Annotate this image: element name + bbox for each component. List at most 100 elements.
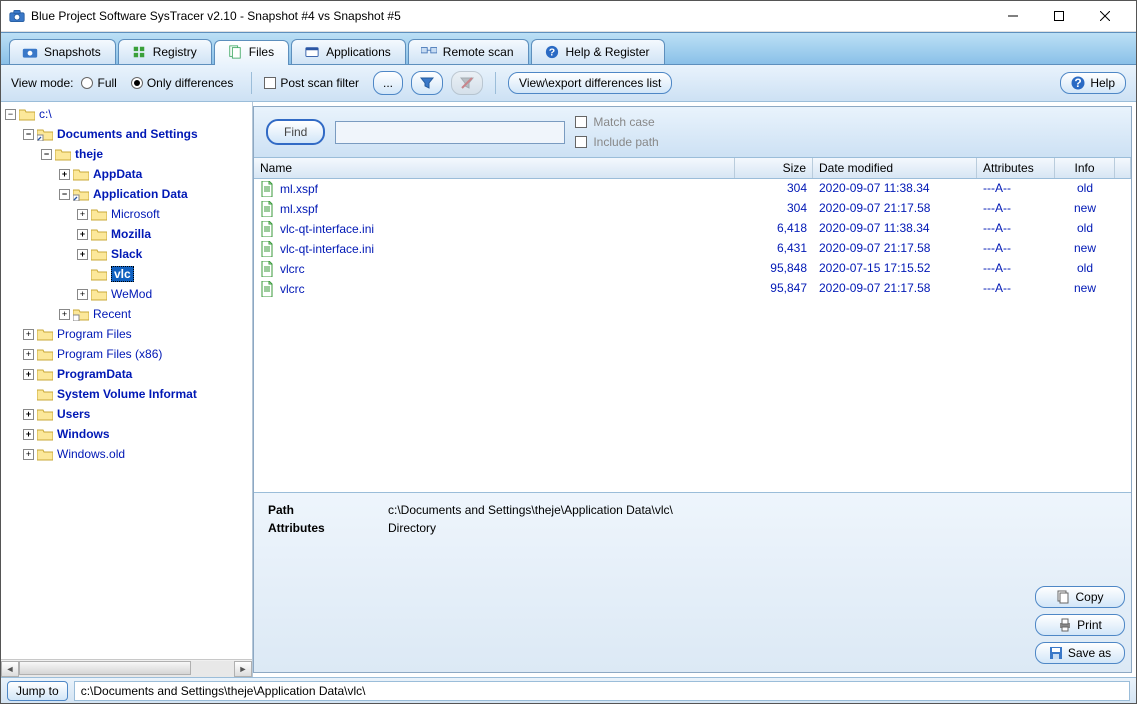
table-row[interactable]: vlc-qt-interface.ini6,4312020-09-07 21:1… <box>254 239 1131 259</box>
tree-toggle[interactable]: − <box>5 109 16 120</box>
files-icon <box>227 45 243 59</box>
registry-icon <box>131 45 147 59</box>
tree-toggle[interactable]: + <box>77 249 88 260</box>
table-row[interactable]: vlc-qt-interface.ini6,4182020-09-07 11:3… <box>254 219 1131 239</box>
tab-help-register[interactable]: ?Help & Register <box>531 39 665 64</box>
file-list-pane: Find Match case Include path Name Size D… <box>253 106 1132 673</box>
file-icon <box>260 281 274 297</box>
find-bar: Find Match case Include path <box>254 107 1131 158</box>
column-size[interactable]: Size <box>735 158 813 178</box>
column-name[interactable]: Name <box>254 158 735 178</box>
radio-full[interactable]: Full <box>81 76 116 90</box>
tab-registry[interactable]: Registry <box>118 39 212 64</box>
tab-label: Applications <box>326 45 391 59</box>
file-name: ml.xspf <box>280 202 318 216</box>
tree-label-selected: vlc <box>111 266 134 282</box>
tree-toggle[interactable]: + <box>23 429 34 440</box>
tree-toggle[interactable]: + <box>59 309 70 320</box>
tree-toggle[interactable]: − <box>23 129 34 140</box>
check-post-scan-filter[interactable]: Post scan filter <box>264 76 359 90</box>
tab-bar: Snapshots Registry Files Applications Re… <box>1 32 1136 65</box>
folder-icon <box>91 208 107 221</box>
folder-tree[interactable]: −c:\ −Documents and Settings −theje +App… <box>1 102 252 659</box>
folder-icon <box>37 428 53 441</box>
tree-toggle[interactable]: − <box>59 189 70 200</box>
folder-icon <box>91 268 107 281</box>
folder-icon <box>37 408 53 421</box>
tree-toggle[interactable]: + <box>23 349 34 360</box>
jump-path-input[interactable] <box>74 681 1130 701</box>
copy-button[interactable]: Copy <box>1035 586 1125 608</box>
file-info: new <box>1055 241 1115 257</box>
file-attributes: ---A-- <box>977 281 1055 297</box>
file-attributes: ---A-- <box>977 261 1055 277</box>
folder-icon <box>73 168 89 181</box>
scroll-right-button[interactable]: ► <box>234 661 252 677</box>
tab-snapshots[interactable]: Snapshots <box>9 39 116 64</box>
column-attributes[interactable]: Attributes <box>977 158 1055 178</box>
close-button[interactable] <box>1082 1 1128 31</box>
file-icon <box>260 241 274 257</box>
find-button[interactable]: Find <box>266 119 325 145</box>
tree-label: Application Data <box>93 187 188 201</box>
find-input[interactable] <box>335 121 565 144</box>
folder-icon <box>91 248 107 261</box>
file-size: 304 <box>735 181 813 197</box>
tab-files[interactable]: Files <box>214 40 289 65</box>
folder-icon <box>37 328 53 341</box>
file-size: 6,418 <box>735 221 813 237</box>
tree-label: Recent <box>93 307 131 321</box>
tree-toggle[interactable]: + <box>59 169 70 180</box>
scroll-thumb[interactable] <box>19 661 191 675</box>
tree-label: Mozilla <box>111 227 151 241</box>
tree-label: Windows <box>57 427 110 441</box>
tree-toggle[interactable]: + <box>77 229 88 240</box>
table-body[interactable]: ml.xspf3042020-09-07 11:38.34---A--oldml… <box>254 179 1131 492</box>
table-row[interactable]: vlcrc95,8482020-07-15 17:15.52---A--old <box>254 259 1131 279</box>
file-date: 2020-09-07 11:38.34 <box>813 221 977 237</box>
detail-attr-label: Attributes <box>268 521 388 535</box>
file-date: 2020-07-15 17:15.52 <box>813 261 977 277</box>
tree-toggle[interactable]: + <box>23 409 34 420</box>
column-info[interactable]: Info <box>1055 158 1115 178</box>
folder-open-icon <box>55 148 71 161</box>
maximize-button[interactable] <box>1036 1 1082 31</box>
table-row[interactable]: vlcrc95,8472020-09-07 21:17.58---A--new <box>254 279 1131 299</box>
funnel-icon-button[interactable] <box>411 71 443 95</box>
view-export-button[interactable]: View\export differences list <box>508 72 672 94</box>
scroll-left-button[interactable]: ◄ <box>1 661 19 677</box>
tree-toggle[interactable]: + <box>23 369 34 380</box>
include-path-checkbox[interactable]: Include path <box>575 135 658 149</box>
file-info: new <box>1055 281 1115 297</box>
tree-label: Documents and Settings <box>57 127 198 141</box>
radio-only-differences[interactable]: Only differences <box>131 76 234 90</box>
tree-toggle[interactable]: − <box>41 149 52 160</box>
camera-icon <box>22 45 38 59</box>
file-icon <box>260 261 274 277</box>
tab-remote-scan[interactable]: Remote scan <box>408 39 529 64</box>
detail-path-value: c:\Documents and Settings\theje\Applicat… <box>388 503 673 517</box>
tab-label: Registry <box>153 45 197 59</box>
print-button[interactable]: Print <box>1035 614 1125 636</box>
help-button[interactable]: ?Help <box>1060 72 1126 94</box>
tree-toggle[interactable]: + <box>77 209 88 220</box>
table-row[interactable]: ml.xspf3042020-09-07 11:38.34---A--old <box>254 179 1131 199</box>
table-row[interactable]: ml.xspf3042020-09-07 21:17.58---A--new <box>254 199 1131 219</box>
file-size: 304 <box>735 201 813 217</box>
tree-toggle[interactable]: + <box>23 449 34 460</box>
applications-icon <box>304 45 320 59</box>
saveas-button[interactable]: Save as <box>1035 642 1125 664</box>
jump-to-button[interactable]: Jump to <box>7 681 68 701</box>
filter-ellipsis-button[interactable]: ... <box>373 71 403 95</box>
tree-toggle[interactable]: + <box>77 289 88 300</box>
file-name: ml.xspf <box>280 182 318 196</box>
tab-applications[interactable]: Applications <box>291 39 406 64</box>
file-attributes: ---A-- <box>977 221 1055 237</box>
column-date[interactable]: Date modified <box>813 158 977 178</box>
printer-icon <box>1058 618 1072 632</box>
tree-toggle[interactable]: + <box>23 329 34 340</box>
tree-label: Slack <box>111 247 142 261</box>
tree-horizontal-scrollbar[interactable]: ◄ ► <box>1 659 252 677</box>
match-case-checkbox[interactable]: Match case <box>575 115 658 129</box>
minimize-button[interactable] <box>990 1 1036 31</box>
